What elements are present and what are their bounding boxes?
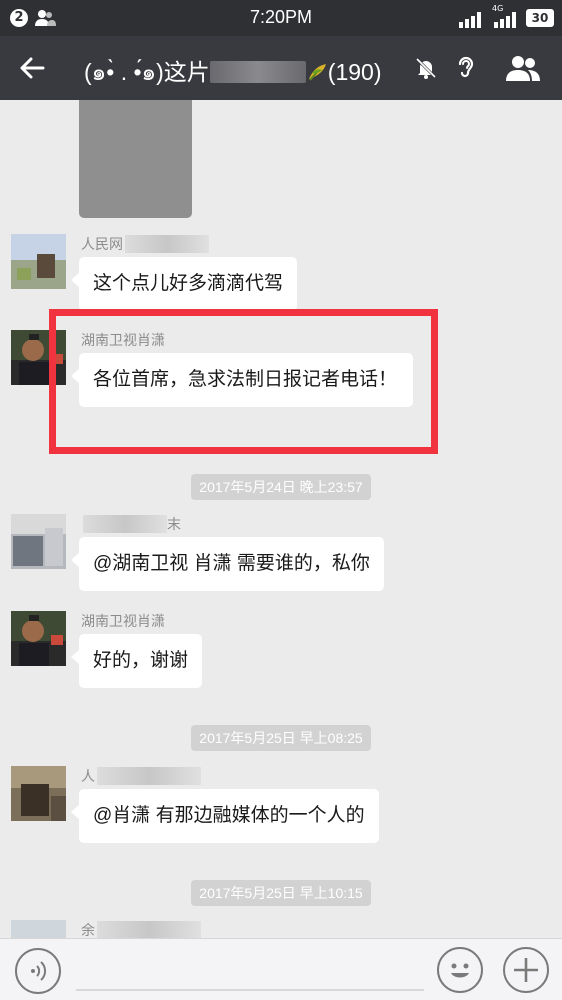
blurred-name <box>83 515 167 533</box>
emoji-button[interactable] <box>437 947 483 993</box>
blurred-name <box>97 767 201 785</box>
timestamp: 2017年5月25日 早上10:15 <box>0 880 562 906</box>
avatar[interactable] <box>11 611 66 666</box>
message-text: 这个点儿好多滴滴代驾 <box>93 273 284 294</box>
message-bubble[interactable]: 好的，谢谢 <box>70 634 203 688</box>
message-list[interactable]: 人民网 这个点儿好多滴滴代驾 湖南卫视肖潇 各位首席，急求法制日报记者电话！ 2… <box>0 100 562 938</box>
avatar[interactable] <box>11 920 66 938</box>
status-bar: 2 7:20PM 4G 30 <box>0 0 562 36</box>
message-text: 好的，谢谢 <box>93 650 189 671</box>
back-arrow-icon[interactable] <box>18 54 46 82</box>
voice-wave-icon <box>31 961 47 981</box>
avatar[interactable] <box>11 514 66 569</box>
message-bubble[interactable]: @湖南卫视 肖潇 需要谁的，私你 <box>71 537 384 591</box>
sender-name: 末 <box>81 514 181 534</box>
earpiece-mode-icon <box>458 56 474 78</box>
plus-icon <box>514 958 538 982</box>
chat-title-text: (๑•̀ . •́๑)这片 <box>84 59 210 85</box>
more-options-button[interactable] <box>503 947 549 993</box>
chat-input-bar <box>0 938 562 1000</box>
mute-bell-icon <box>415 57 437 79</box>
red-highlight-box <box>49 309 438 454</box>
member-count: (190) <box>327 59 382 85</box>
message-bubble[interactable]: 这个点儿好多滴滴代驾 <box>70 257 298 311</box>
sender-name: 人民网 <box>81 234 209 254</box>
battery-icon: 30 <box>526 9 554 27</box>
timestamp: 2017年5月24日 晚上23:57 <box>0 474 562 500</box>
message-text: @肖潇 有那边融媒体的一个人的 <box>93 805 365 826</box>
message-input[interactable] <box>76 989 424 991</box>
group-members-icon[interactable] <box>504 54 542 82</box>
chat-title: (๑•̀ . •́๑)这片 (190) <box>84 53 382 91</box>
sender-name: 人 <box>81 766 201 786</box>
sender-name: 余 <box>81 920 201 938</box>
signal-icon-2 <box>494 12 516 28</box>
blurred-name <box>125 235 209 253</box>
plant-emoji-icon <box>308 64 326 81</box>
avatar[interactable] <box>11 234 66 289</box>
blurred-title-text <box>209 61 306 83</box>
timestamp: 2017年5月25日 早上08:25 <box>0 725 562 751</box>
message-text: @湖南卫视 肖潇 需要谁的，私你 <box>93 553 370 574</box>
avatar[interactable] <box>11 766 66 821</box>
sender-name: 湖南卫视肖潇 <box>81 613 165 629</box>
chat-header: (๑•̀ . •́๑)这片 (190) <box>0 36 562 100</box>
message-bubble[interactable]: @肖潇 有那边融媒体的一个人的 <box>71 789 379 843</box>
voice-input-button[interactable] <box>15 948 61 994</box>
smiley-icon <box>451 963 469 978</box>
image-message[interactable] <box>79 100 192 218</box>
signal-icon <box>459 12 481 28</box>
blurred-name <box>97 921 201 938</box>
